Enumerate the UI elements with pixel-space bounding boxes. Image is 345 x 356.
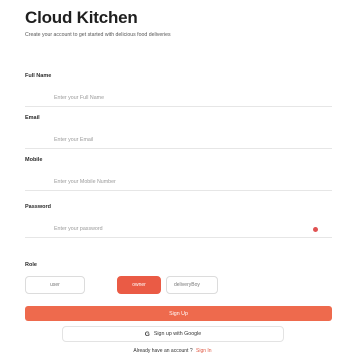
mobile-input[interactable]: Enter your Mobile Number [25, 174, 332, 191]
app-subtitle: Create your account to get started with … [25, 32, 171, 38]
signin-link[interactable]: Sign In [196, 348, 212, 354]
signin-prompt-text: Already have an account ? [133, 348, 193, 354]
google-signup-label: Sign up with Google [153, 331, 202, 337]
full-name-input[interactable]: Enter your Full Name [25, 90, 332, 107]
role-owner-button[interactable]: owner [117, 276, 161, 294]
google-signup-button[interactable]: G Sign up with Google [62, 326, 284, 342]
role-deliveryboy-button[interactable]: deliveryBoy [166, 276, 218, 294]
mobile-placeholder: Enter your Mobile Number [54, 179, 116, 185]
email-label: Email [25, 115, 40, 121]
password-label: Password [25, 204, 51, 210]
signup-page: Cloud Kitchen Create your account to get… [0, 0, 345, 356]
role-user-button[interactable]: user [25, 276, 85, 294]
password-placeholder: Enter your password [54, 226, 103, 232]
google-icon: G [144, 330, 150, 338]
app-title: Cloud Kitchen [25, 8, 138, 27]
signin-prompt: Already have an account ? Sign In [0, 348, 345, 354]
full-name-placeholder: Enter your Full Name [54, 95, 105, 101]
eye-icon[interactable] [313, 227, 318, 232]
role-label: Role [25, 262, 37, 268]
mobile-label: Mobile [25, 157, 43, 163]
email-placeholder: Enter your Email [54, 137, 94, 143]
signup-button[interactable]: Sign Up [25, 306, 332, 321]
full-name-label: Full Name [25, 73, 52, 79]
email-input[interactable]: Enter your Email [25, 132, 332, 149]
password-input[interactable]: Enter your password [25, 221, 332, 238]
